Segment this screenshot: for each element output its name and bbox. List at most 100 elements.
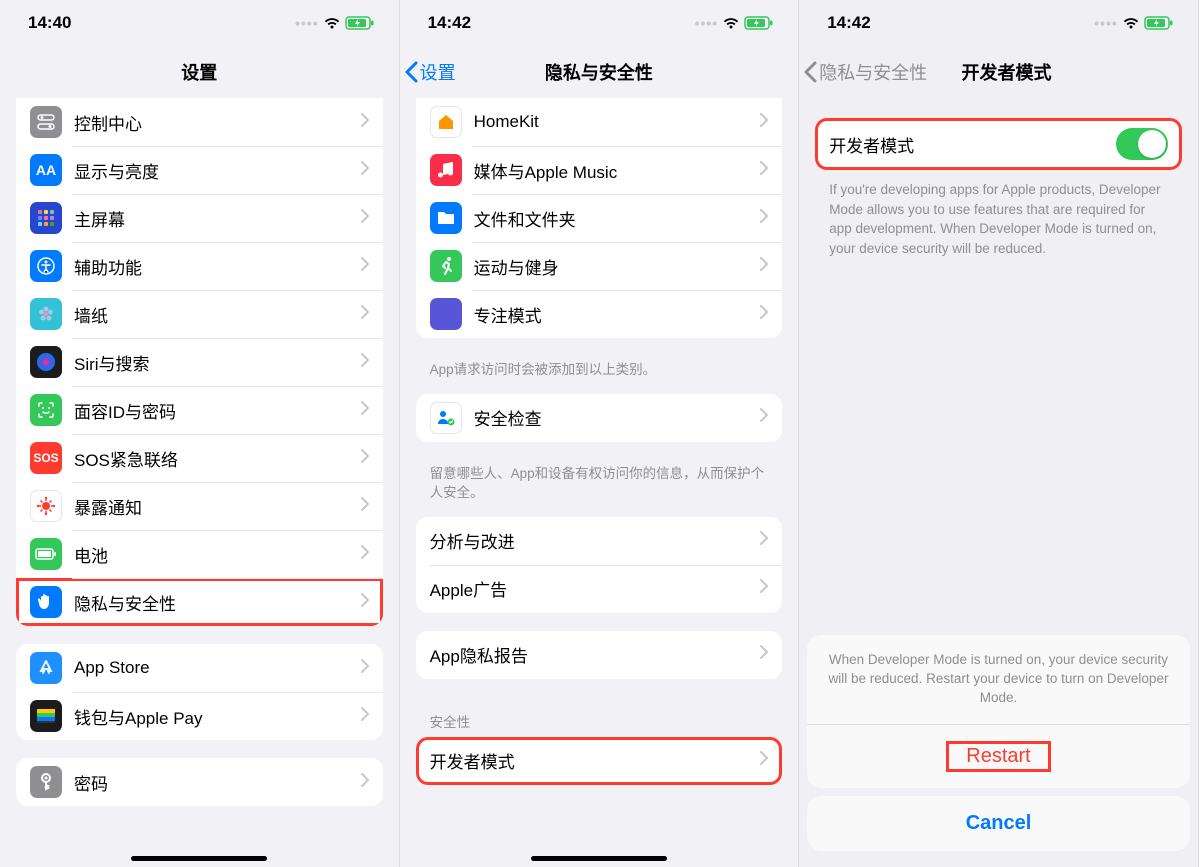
list-row[interactable]: 隐私与安全性 [16, 578, 383, 626]
status-time: 14:42 [827, 13, 870, 33]
list-row[interactable]: 运动与健身 [416, 242, 783, 290]
list-row[interactable]: App Store [16, 644, 383, 692]
run-icon [430, 250, 462, 282]
cellular-dots-icon: •••• [1094, 15, 1118, 31]
list-row[interactable]: 开发者模式 [416, 737, 783, 785]
action-sheet: When Developer Mode is turned on, your d… [807, 635, 1190, 859]
wifi-icon [323, 16, 341, 30]
row-label: 隐私与安全性 [74, 590, 361, 615]
list-group: App Store 钱包与Apple Pay [16, 644, 383, 740]
row-label: SOS紧急联络 [74, 446, 361, 471]
battery-icon [30, 538, 62, 570]
sheet-message: When Developer Mode is turned on, your d… [807, 635, 1190, 725]
page-title: 开发者模式 [961, 59, 1051, 85]
list-row[interactable]: Siri与搜索 [16, 338, 383, 386]
nav-bar: 设置 [0, 46, 399, 98]
list-row[interactable]: 密码 [16, 758, 383, 806]
row-label: 辅助功能 [74, 254, 361, 279]
list-row[interactable]: AA 显示与亮度 [16, 146, 383, 194]
list-group: HomeKit 媒体与Apple Music文件和文件夹运动与健身专注模式 [416, 98, 783, 338]
list-row[interactable]: 主屏幕 [16, 194, 383, 242]
developer-mode-toggle-row[interactable]: 开发者模式 [815, 118, 1182, 170]
faceid-icon [30, 394, 62, 426]
list-row[interactable]: App隐私报告 [416, 631, 783, 679]
row-label: 显示与亮度 [74, 158, 361, 183]
list-row[interactable]: 控制中心 [16, 98, 383, 146]
list-row[interactable]: 辅助功能 [16, 242, 383, 290]
developer-mode-toggle[interactable] [1116, 128, 1168, 160]
row-label: 安全检查 [474, 405, 761, 430]
chevron-right-icon [361, 305, 369, 324]
list-row[interactable]: 面容ID与密码 [16, 386, 383, 434]
music-icon [430, 154, 462, 186]
list-group: 分析与改进 Apple广告 [416, 517, 783, 613]
nav-bar: 设置 隐私与安全性 [400, 46, 799, 98]
chevron-right-icon [760, 408, 768, 427]
restart-button[interactable]: Restart [807, 725, 1190, 788]
grid-icon [30, 202, 62, 234]
AA-icon: AA [30, 154, 62, 186]
settings-pane: 14:40 •••• 设置 控制中心AA显示与亮度主屏幕辅助功能墙纸Siri与搜… [0, 0, 400, 867]
row-label: HomeKit [474, 112, 761, 132]
row-label: 专注模式 [474, 302, 761, 327]
chevron-right-icon [760, 305, 768, 324]
back-label: 隐私与安全性 [819, 59, 927, 85]
flower-icon [30, 298, 62, 330]
list-group: App隐私报告 [416, 631, 783, 679]
cancel-button[interactable]: Cancel [807, 796, 1190, 851]
sos-icon: SOS [30, 442, 62, 474]
row-label: Apple广告 [430, 576, 761, 601]
moon-icon [430, 298, 462, 330]
cellular-dots-icon: •••• [695, 15, 719, 31]
list-row[interactable]: 分析与改进 [416, 517, 783, 565]
list-row[interactable]: HomeKit [416, 98, 783, 146]
list-group: 密码 [16, 758, 383, 806]
home-indicator[interactable] [131, 856, 267, 861]
chevron-right-icon [361, 257, 369, 276]
chevron-right-icon [760, 209, 768, 228]
status-right: •••• [295, 15, 375, 31]
list-group: 控制中心AA显示与亮度主屏幕辅助功能墙纸Siri与搜索面容ID与密码SOSSOS… [16, 98, 383, 626]
chevron-right-icon [361, 161, 369, 180]
chevron-right-icon [361, 113, 369, 132]
list-row[interactable]: SOS SOS紧急联络 [16, 434, 383, 482]
list-row[interactable]: 暴露通知 [16, 482, 383, 530]
home-indicator[interactable] [531, 856, 667, 861]
access-icon [30, 250, 62, 282]
wallet-icon [30, 700, 62, 732]
cellular-dots-icon: •••• [295, 15, 319, 31]
toggle-label: 开发者模式 [829, 132, 1116, 157]
chevron-right-icon [361, 353, 369, 372]
list-row[interactable]: 媒体与Apple Music [416, 146, 783, 194]
status-right: •••• [1094, 15, 1174, 31]
chevron-right-icon [361, 707, 369, 726]
row-label: App Store [74, 658, 361, 678]
privacy-pane: 14:42 •••• 设置 隐私与安全性 HomeKit 媒体与Apple Mus… [400, 0, 800, 867]
back-button[interactable]: 隐私与安全性 [803, 59, 927, 85]
scroll-area[interactable]: 控制中心AA显示与亮度主屏幕辅助功能墙纸Siri与搜索面容ID与密码SOSSOS… [0, 98, 399, 867]
chevron-right-icon [760, 751, 768, 770]
list-row[interactable]: Apple广告 [416, 565, 783, 613]
developer-mode-pane: 14:42 •••• 隐私与安全性 开发者模式 开发者模式 If you're … [799, 0, 1199, 867]
developer-mode-description: If you're developing apps for Apple prod… [799, 170, 1198, 268]
chevron-right-icon [361, 209, 369, 228]
list-row[interactable]: 专注模式 [416, 290, 783, 338]
battery-charging-icon [744, 16, 774, 30]
wifi-icon [722, 16, 740, 30]
list-row[interactable]: 安全检查 [416, 394, 783, 442]
status-right: •••• [695, 15, 775, 31]
list-row[interactable]: 钱包与Apple Pay [16, 692, 383, 740]
row-label: 控制中心 [74, 110, 361, 135]
safety-icon [430, 402, 462, 434]
scroll-area[interactable]: HomeKit 媒体与Apple Music文件和文件夹运动与健身专注模式 App请… [400, 98, 799, 867]
list-row[interactable]: 电池 [16, 530, 383, 578]
section-footer: App请求访问时会被添加到以上类别。 [400, 356, 799, 394]
row-label: Siri与搜索 [74, 350, 361, 375]
list-group: 安全检查 [416, 394, 783, 442]
status-time: 14:42 [428, 13, 471, 33]
row-label: 开发者模式 [430, 748, 761, 773]
list-row[interactable]: 墙纸 [16, 290, 383, 338]
list-row[interactable]: 文件和文件夹 [416, 194, 783, 242]
back-button[interactable]: 设置 [404, 59, 456, 85]
folder-icon [430, 202, 462, 234]
